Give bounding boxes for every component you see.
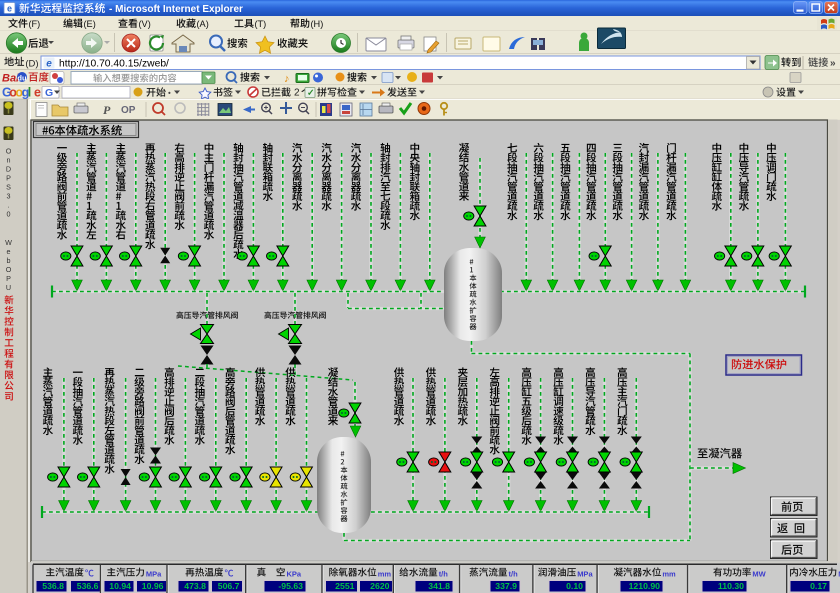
svg-text:0.10: 0.10 (566, 581, 583, 591)
svg-text:»: » (830, 58, 836, 69)
svg-text:2620: 2620 (370, 581, 389, 591)
svg-text:3: 3 (7, 192, 11, 201)
svg-text:0.17: 0.17 (810, 581, 827, 591)
svg-text:b: b (7, 256, 11, 265)
svg-text:(T): (T) (255, 19, 267, 29)
svg-text:e: e (46, 59, 52, 70)
svg-text:♪: ♪ (284, 73, 290, 85)
svg-text:du: du (17, 74, 27, 83)
svg-text:O: O (6, 265, 12, 274)
svg-text:P: P (103, 103, 111, 117)
svg-text:(F): (F) (29, 19, 41, 29)
svg-text:-95.63: -95.63 (278, 581, 303, 591)
svg-text:(E): (E) (84, 19, 96, 29)
svg-text:(A): (A) (197, 19, 209, 29)
svg-text:473.8: 473.8 (184, 581, 206, 591)
svg-text:536.8: 536.8 (42, 581, 64, 591)
svg-text:O: O (6, 147, 12, 156)
svg-text:KPa: KPa (287, 570, 302, 579)
svg-text:10.94: 10.94 (109, 581, 131, 591)
svg-text:.: . (8, 201, 10, 210)
svg-text:2551: 2551 (335, 581, 354, 591)
svg-text:•: • (168, 89, 171, 98)
svg-text:P: P (6, 174, 11, 183)
svg-text:0: 0 (7, 210, 11, 219)
svg-text:t/h: t/h (509, 570, 519, 579)
svg-text:http://10.70.40.15/zweb/: http://10.70.40.15/zweb/ (59, 58, 169, 69)
svg-text:t/h: t/h (439, 570, 449, 579)
svg-text:P: P (6, 274, 11, 283)
svg-text:(V): (V) (139, 19, 151, 29)
svg-text:n: n (7, 156, 11, 165)
svg-text:110.30: 110.30 (718, 581, 744, 591)
svg-text:(H): (H) (311, 19, 324, 29)
svg-text:D: D (6, 165, 11, 174)
svg-text:MW: MW (752, 570, 766, 579)
svg-text:MPa: MPa (146, 570, 162, 579)
svg-text:- Microsoft Internet Explorer: - Microsoft Internet Explorer (109, 4, 243, 15)
svg-text:e: e (7, 247, 11, 256)
svg-text:U: U (6, 283, 11, 292)
svg-text:2: 2 (294, 88, 300, 99)
svg-text:e: e (7, 4, 12, 14)
svg-text:l: l (28, 86, 31, 100)
svg-text:337.9: 337.9 (495, 581, 517, 591)
svg-text:536.6: 536.6 (77, 581, 99, 591)
svg-text:✓: ✓ (307, 88, 315, 98)
svg-text:(D): (D) (25, 58, 38, 69)
svg-text:1210.90: 1210.90 (629, 581, 661, 591)
svg-text:mm: mm (378, 570, 392, 579)
svg-text:OP: OP (121, 105, 136, 116)
svg-text:341.8: 341.8 (428, 581, 450, 591)
svg-text:mm: mm (662, 570, 676, 579)
svg-text:506.7: 506.7 (218, 581, 240, 591)
svg-text:10.96: 10.96 (142, 581, 164, 591)
svg-text:MPa: MPa (577, 570, 593, 579)
svg-text:S: S (6, 183, 11, 192)
svg-text:e: e (34, 86, 41, 100)
svg-text:G: G (45, 87, 53, 99)
svg-text:W: W (5, 238, 12, 247)
